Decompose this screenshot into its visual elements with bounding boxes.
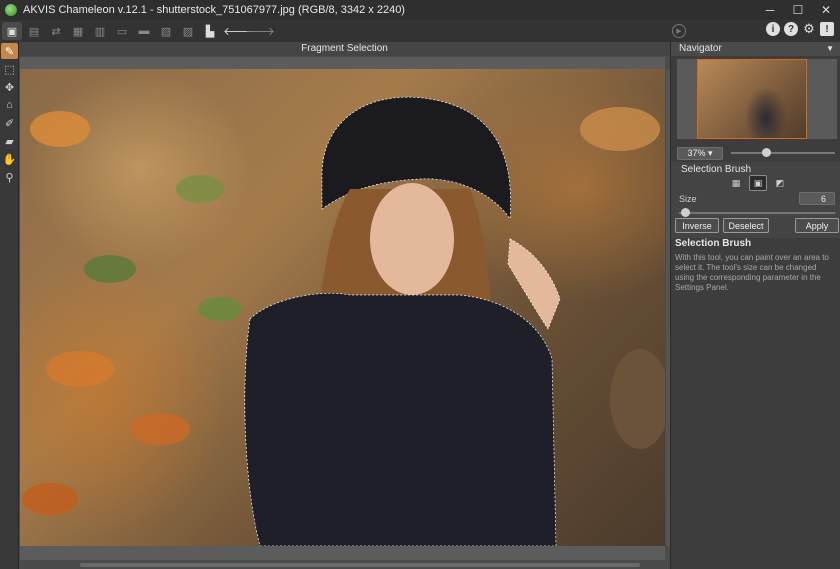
zoom-control: 37% ▾ — [677, 146, 837, 160]
size-input[interactable]: 6 — [799, 192, 835, 205]
title-bar: AKVIS Chameleon v.12.1 - shutterstock_75… — [0, 0, 840, 20]
brush-mode-add-icon[interactable]: ▣ — [749, 175, 767, 191]
save-icon[interactable]: ⇄ — [46, 22, 66, 40]
print-icon[interactable]: ▭ — [112, 22, 132, 40]
smudge-icon[interactable]: ▰ — [1, 133, 18, 149]
brush-mode-group: ▦ ▣ ◩ — [727, 175, 789, 191]
app-logo-icon — [5, 4, 17, 16]
navigator-header: Navigator ▼ — [671, 42, 840, 56]
size-slider-track[interactable] — [679, 212, 835, 214]
main-toolbar: ▣ ▤ ⇄ ▦ ▥ ▭ ▬ ▧ ▨ ▙ 🡐 🡒 i ? ⚙ ! — [0, 20, 840, 42]
help-title: Selection Brush — [675, 238, 752, 249]
navigator-title: Navigator — [679, 43, 722, 54]
size-label: Size — [679, 194, 697, 204]
deselect-button[interactable]: Deselect — [723, 218, 769, 233]
import-icon[interactable]: ▦ — [68, 22, 88, 40]
hand-icon[interactable]: ✋ — [1, 151, 18, 167]
size-slider-handle[interactable] — [681, 208, 690, 217]
navigator-thumbnail[interactable] — [697, 59, 807, 139]
close-button[interactable]: ✕ — [812, 0, 840, 20]
zoom-icon[interactable]: ⚲ — [1, 169, 18, 185]
brush-settings-title: Selection Brush — [681, 164, 752, 175]
canvas-top-margin — [20, 57, 665, 69]
help-icon[interactable]: ? — [784, 22, 798, 36]
tool-strip: ✎ ⬚ ✥ ⌂ ✐ ▰ ✋ ⚲ — [0, 42, 19, 569]
selection-brush-icon[interactable]: ✎ — [1, 43, 18, 59]
canvas-bottom-margin — [20, 546, 665, 560]
action-buttons: Inverse Deselect Apply — [675, 218, 839, 234]
apply-button[interactable]: Apply — [795, 218, 839, 233]
fragment-icon[interactable]: ▧ — [156, 22, 176, 40]
horizontal-scrollbar[interactable] — [80, 563, 640, 567]
maximize-button[interactable]: ☐ — [784, 0, 812, 20]
window-title: AKVIS Chameleon v.12.1 - shutterstock_75… — [23, 4, 405, 16]
collage-icon[interactable]: ▨ — [178, 22, 198, 40]
help-text: With this tool, you can paint over an ar… — [675, 253, 829, 292]
zoom-slider-track[interactable] — [731, 152, 835, 154]
minimize-button[interactable]: ─ — [756, 0, 784, 20]
zoom-slider-handle[interactable] — [762, 148, 771, 157]
clone-icon[interactable]: ⌂ — [1, 97, 18, 113]
eraser-icon[interactable]: ✐ — [1, 115, 18, 131]
move-fragment-icon[interactable]: ✥ — [1, 79, 18, 95]
woman-photo — [22, 96, 665, 546]
redo-icon[interactable]: 🡒 — [245, 22, 275, 40]
brush-mode-square-icon[interactable]: ▦ — [727, 175, 745, 191]
settings-icon[interactable]: ⚙ — [802, 21, 816, 36]
toolbar-right-icons: i ? ⚙ ! — [766, 21, 834, 36]
inverse-button[interactable]: Inverse — [675, 218, 719, 233]
brush-mode-subtract-icon[interactable]: ◩ — [771, 175, 789, 191]
run-icon[interactable]: ▶ — [672, 24, 686, 38]
window-controls: ─ ☐ ✕ — [756, 0, 840, 20]
rectangle-select-icon[interactable]: ⬚ — [1, 61, 18, 77]
image-canvas[interactable] — [20, 69, 665, 546]
chevron-down-icon[interactable]: ▼ — [826, 42, 834, 56]
info-icon[interactable]: i — [766, 22, 780, 36]
notification-icon[interactable]: ! — [820, 22, 834, 36]
canvas-header: Fragment Selection — [19, 42, 670, 56]
settings-panel: Navigator ▼ 37% ▾ Selection Brush ▦ ▣ ◩ … — [670, 42, 840, 569]
chevron-down-icon: ▾ — [708, 147, 713, 158]
preferences-icon[interactable]: ▙ — [200, 22, 220, 40]
zoom-dropdown[interactable]: 37% ▾ — [677, 146, 723, 160]
batch-icon[interactable]: ▬ — [134, 22, 154, 40]
switch-mode-icon[interactable]: ▣ — [2, 22, 22, 40]
export-icon[interactable]: ▥ — [90, 22, 110, 40]
open-file-icon[interactable]: ▤ — [24, 22, 44, 40]
